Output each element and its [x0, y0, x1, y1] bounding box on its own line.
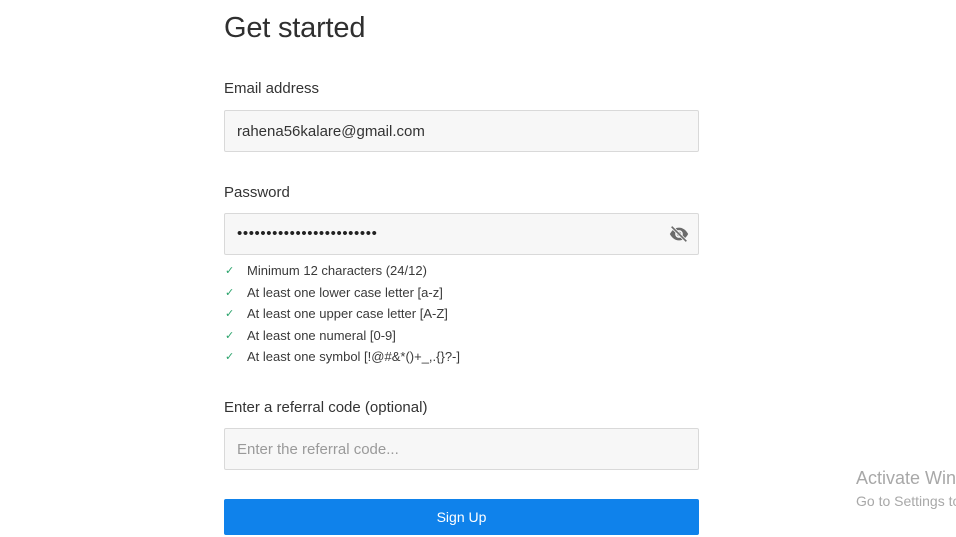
password-field[interactable]: •••••••••••••••••••••••• — [237, 214, 377, 254]
email-label: Email address — [224, 80, 320, 97]
password-rule-text: Minimum 12 characters (24/12) — [247, 263, 427, 278]
activate-windows-watermark: Activate Windows Go to Settings to activ… — [856, 466, 956, 511]
check-icon: ✓ — [225, 265, 235, 277]
sign-up-button[interactable]: Sign Up — [224, 499, 699, 535]
referral-code-input[interactable] — [225, 429, 645, 469]
password-field-box[interactable]: •••••••••••••••••••••••• — [224, 213, 699, 255]
watermark-subtitle: Go to Settings to activate Windows. — [856, 493, 956, 509]
password-rule: ✓ At least one numeral [0-9] — [224, 327, 460, 349]
check-icon: ✓ — [225, 351, 235, 363]
page-title: Get started — [224, 12, 366, 44]
eye-slash-icon[interactable] — [668, 223, 690, 245]
check-icon: ✓ — [225, 329, 235, 342]
email-field-box — [224, 110, 699, 152]
signup-page: Get started Email address Password •••••… — [0, 0, 956, 537]
password-rules-list: ✓ Minimum 12 characters (24/12) ✓ At lea… — [224, 262, 460, 370]
password-rule: ✓ At least one upper case letter [A-Z] — [224, 305, 460, 327]
password-rule-text: At least one upper case letter [A-Z] — [247, 306, 448, 321]
referral-field-box — [224, 428, 699, 470]
password-rule-text: At least one numeral [0-9] — [247, 327, 396, 343]
email-field[interactable] — [225, 111, 645, 151]
password-label: Password — [224, 184, 290, 201]
check-icon: ✓ — [225, 308, 235, 320]
referral-label: Enter a referral code (optional) — [224, 399, 428, 416]
watermark-title: Activate Windows — [856, 468, 956, 488]
password-rule: ✓ Minimum 12 characters (24/12) — [224, 262, 460, 284]
password-rule-text: At least one lower case letter [a-z] — [247, 284, 443, 300]
password-rule: ✓ At least one symbol [!@#&*()+_,.{}?-] — [224, 348, 460, 370]
password-rule-text: At least one symbol [!@#&*()+_,.{}?-] — [247, 349, 460, 364]
check-icon: ✓ — [225, 286, 235, 299]
password-rule: ✓ At least one lower case letter [a-z] — [224, 284, 460, 306]
